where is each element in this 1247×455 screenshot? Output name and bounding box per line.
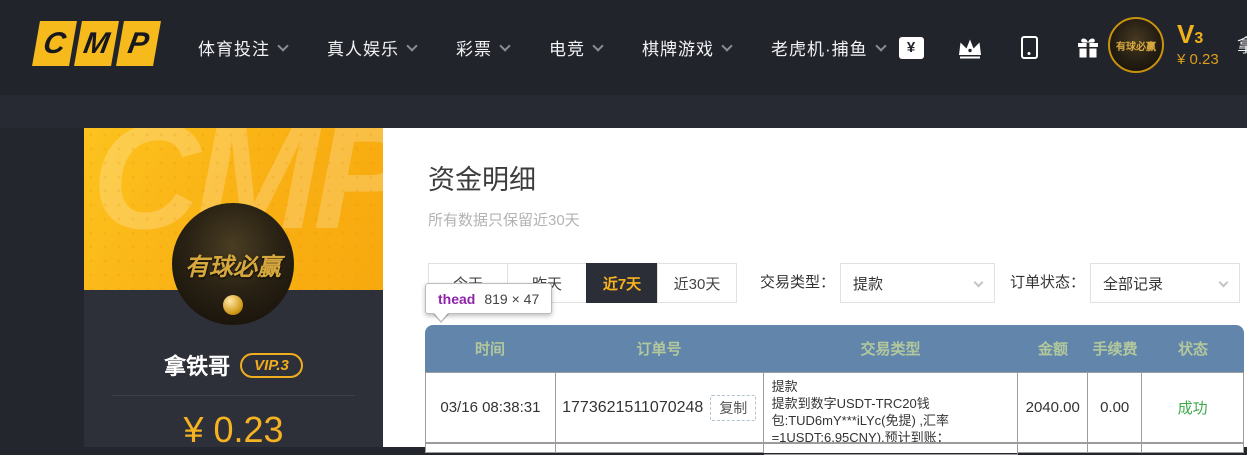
voucher-icon[interactable]: ¥ <box>898 35 924 61</box>
cell-transaction-type: 提款 提款到数字USDT-TRC20钱 包:TUD6mY***iLYc(免提) … <box>763 373 1019 443</box>
tooltip-pointer <box>433 312 449 321</box>
chevron-down-icon <box>406 39 418 52</box>
main-nav: 体育投注 真人娱乐 彩票 电竞 棋牌游戏 老虎机·捕鱼 <box>198 0 887 95</box>
order-status-select[interactable]: 全部记录 <box>1090 263 1240 303</box>
header-icon-group: ¥ <box>898 0 1101 95</box>
order-id-value: 1773621511070248 <box>562 398 704 416</box>
transactions-table: 时间 订单号 交易类型 金额 手续费 状态 03/16 08:38:31 177… <box>425 325 1245 455</box>
nav-label: 电竞 <box>549 40 585 59</box>
cell-order-id: 1773621511070248 复制 <box>555 373 764 443</box>
user-avatar[interactable]: 有球必赢 <box>1108 17 1164 73</box>
mobile-icon[interactable] <box>1016 35 1042 61</box>
col-header-time: 时间 <box>474 341 505 358</box>
transaction-type-label: 交易类型： <box>760 274 836 291</box>
vip-letter: V <box>1177 19 1195 49</box>
nav-item-live-casino[interactable]: 真人娱乐 <box>327 35 418 60</box>
header-balance: ¥ 0.23 <box>1177 51 1219 68</box>
devtools-element-size: 819 × 47 <box>484 290 540 307</box>
cell-status: 成功 <box>1142 373 1245 443</box>
cmp-logo[interactable]: C M P <box>32 21 161 66</box>
nav-label: 彩票 <box>456 40 492 59</box>
nav-item-board-games[interactable]: 棋牌游戏 <box>642 35 733 60</box>
transaction-type-select[interactable]: 提款 <box>840 263 995 303</box>
profile-avatar[interactable]: 有球必赢 <box>172 203 294 325</box>
logo-letter: P <box>116 21 161 66</box>
devtools-tag-name: thead <box>438 290 476 307</box>
cell-time: 03/16 08:38:31 <box>426 373 556 443</box>
col-header-order-id: 订单号 <box>636 341 682 358</box>
logo-letter: C <box>32 21 77 66</box>
nav-item-sports[interactable]: 体育投注 <box>198 35 289 60</box>
gift-icon[interactable] <box>1075 35 1101 61</box>
header-sub-band <box>0 95 1247 128</box>
chevron-down-icon <box>721 39 733 52</box>
nav-label: 体育投注 <box>198 40 270 59</box>
crown-icon[interactable] <box>957 35 983 61</box>
chevron-down-icon <box>973 277 984 287</box>
nav-label: 棋牌游戏 <box>642 40 714 59</box>
avatar-motto-text: 有球必赢 <box>1116 41 1156 53</box>
top-navigation-bar: C M P 体育投注 真人娱乐 彩票 电竞 棋牌游戏 老虎机·捕鱼 ¥ 有球必赢… <box>0 0 1247 95</box>
selected-value: 提款 <box>853 275 884 293</box>
chevron-down-icon <box>875 39 887 52</box>
col-header-fee: 手续费 <box>1092 341 1138 358</box>
chevron-down-icon <box>592 39 604 52</box>
devtools-element-tooltip: thead 819 × 47 <box>425 283 553 314</box>
col-header-amount: 金额 <box>1037 341 1068 358</box>
logo-letter: M <box>74 21 119 66</box>
table-header-row: 时间 订单号 交易类型 金额 手续费 状态 <box>425 325 1244 372</box>
col-header-type: 交易类型 <box>860 341 921 358</box>
cell-fee: 0.00 <box>1088 373 1143 443</box>
chevron-down-icon <box>499 39 511 52</box>
order-status-label: 订单状态： <box>1010 274 1086 291</box>
cell-amount: 2040.00 <box>1018 373 1089 443</box>
profile-sidebar: CMP 有球必赢 拿铁哥 VIP.3 ¥ 0.23 <box>84 128 383 450</box>
selected-value: 全部记录 <box>1103 275 1164 293</box>
col-header-status: 状态 <box>1177 341 1208 358</box>
nav-item-esports[interactable]: 电竞 <box>549 35 604 60</box>
chevron-down-icon <box>1218 277 1229 287</box>
vip-badge: VIP.3 <box>240 352 303 378</box>
tab-last-30-days[interactable]: 近30天 <box>657 263 737 303</box>
table-row: 03/16 08:38:31 1773621511070248 复制 提款 提款… <box>425 372 1245 443</box>
nav-label: 老虎机·捕鱼 <box>771 40 868 59</box>
nav-item-slots-fishing[interactable]: 老虎机·捕鱼 <box>771 35 887 60</box>
sidebar-divider <box>112 395 355 396</box>
vip-number: 3 <box>1194 30 1204 47</box>
tab-last-7-days[interactable]: 近7天 <box>586 263 658 303</box>
golden-ball-graphic <box>223 295 243 315</box>
vip-level-indicator[interactable]: V3 ¥ 0.23 <box>1177 19 1219 68</box>
page-subtitle: 所有数据只保留近30天 <box>428 212 580 229</box>
sidebar-username: 拿铁哥 <box>164 354 231 379</box>
nav-label: 真人娱乐 <box>327 40 399 59</box>
copy-button[interactable]: 复制 <box>710 394 757 421</box>
nav-item-lottery[interactable]: 彩票 <box>456 35 511 60</box>
page-title: 资金明细 <box>428 165 536 195</box>
sidebar-balance: ¥ 0.23 <box>183 409 284 450</box>
avatar-motto-text: 有球必赢 <box>185 253 281 281</box>
table-row-partial <box>425 443 1245 455</box>
chevron-down-icon <box>277 39 289 52</box>
header-username: 拿铁哥 <box>1237 36 1247 56</box>
